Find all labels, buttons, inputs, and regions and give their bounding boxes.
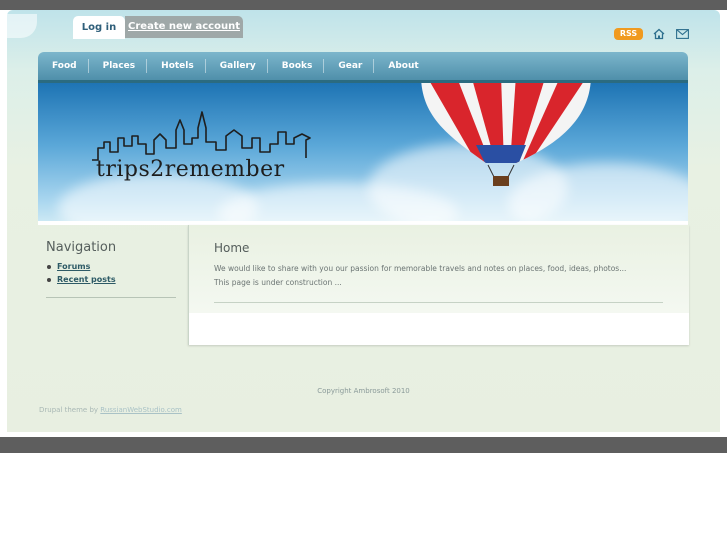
nav-item-hotels[interactable]: Hotels: [147, 59, 206, 73]
rss-button[interactable]: RSS: [614, 28, 643, 40]
bottom-frame-bar: [0, 437, 727, 453]
nav-item-places[interactable]: Places: [89, 59, 148, 73]
nav-item-about[interactable]: About: [374, 59, 429, 73]
home-icon[interactable]: [653, 28, 665, 40]
bullet-icon: [47, 264, 51, 269]
content-text-line: This page is under construction ...: [214, 278, 342, 287]
footer-credit: Drupal theme by RussianWebStudio.com: [39, 406, 182, 414]
sidebar-link-forums[interactable]: Forums: [47, 262, 90, 271]
bullet-icon: [47, 277, 51, 282]
nav-item-books[interactable]: Books: [268, 59, 325, 73]
mail-icon[interactable]: [676, 29, 689, 39]
sidebar: Navigation Forums Recent posts: [38, 225, 188, 345]
create-account-tab[interactable]: Create new account: [125, 16, 243, 38]
sidebar-link-recent-posts[interactable]: Recent posts: [47, 275, 116, 284]
footer-copyright: Copyright Ambrosoft 2010: [317, 387, 410, 395]
nav-item-gear[interactable]: Gear: [324, 59, 375, 73]
main-nav: Food Places Hotels Gallery Books Gear Ab…: [38, 52, 688, 83]
credit-link[interactable]: RussianWebStudio.com: [100, 406, 182, 414]
content-divider: [214, 302, 663, 303]
top-frame-bar: [0, 0, 727, 10]
sidebar-link-label: Forums: [57, 262, 91, 271]
page-title: Home: [214, 241, 250, 255]
sidebar-divider: [46, 297, 176, 298]
main-content: Home We would like to share with you our…: [188, 225, 689, 345]
login-tab[interactable]: Log in: [73, 16, 125, 39]
sidebar-link-label: Recent posts: [57, 275, 116, 284]
corner-decoration: [7, 14, 37, 38]
site-logo-text: trips2remember: [96, 157, 285, 182]
content-text-line: We would like to share with you our pass…: [214, 264, 627, 273]
hot-air-balloon-image: [421, 83, 591, 186]
header-banner: trips2remember: [38, 83, 688, 221]
credit-prefix: Drupal theme by: [39, 406, 99, 414]
nav-item-food[interactable]: Food: [38, 59, 89, 73]
sidebar-title: Navigation: [46, 240, 117, 255]
nav-item-gallery[interactable]: Gallery: [206, 59, 268, 73]
